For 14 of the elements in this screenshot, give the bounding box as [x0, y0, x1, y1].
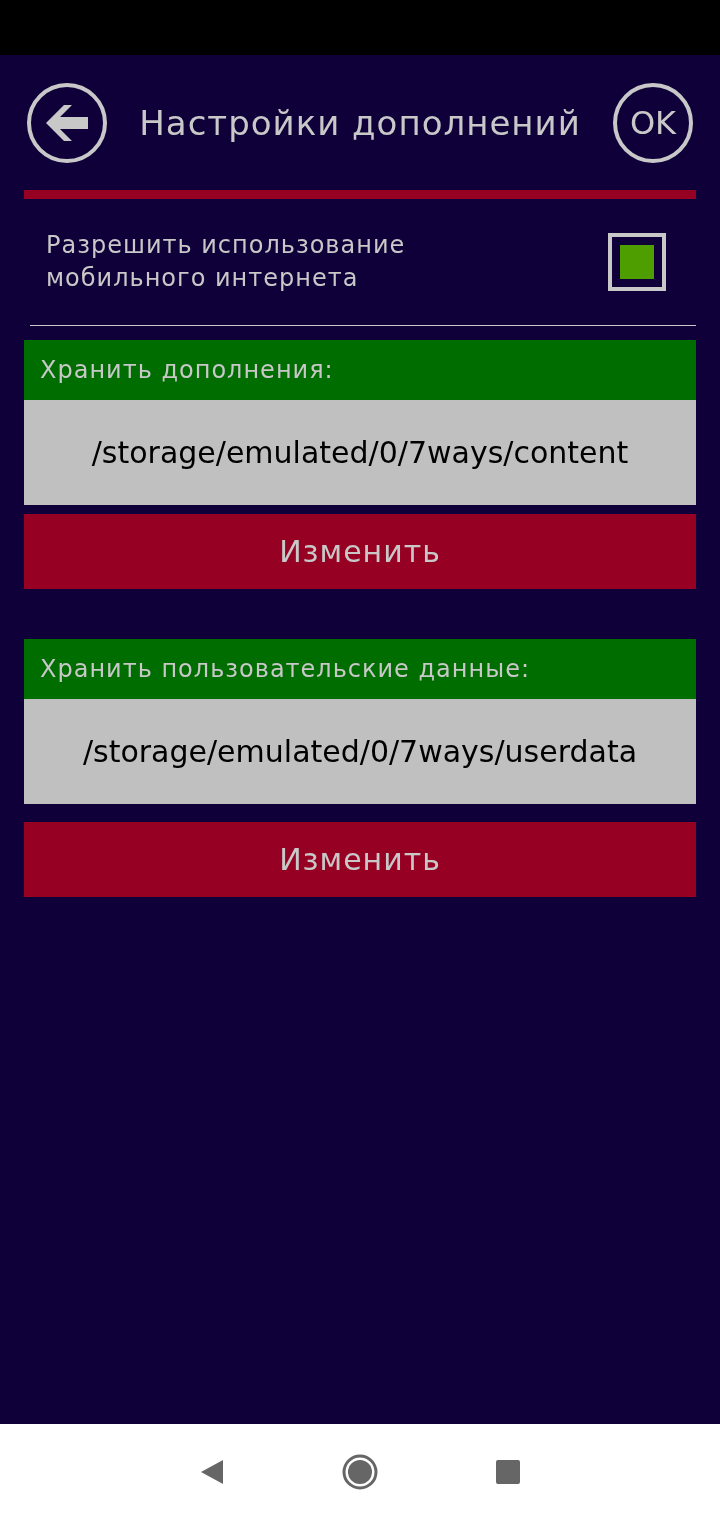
mobile-internet-label: Разрешить использование мобильного интернета [46, 230, 407, 294]
path-field: /storage/emulated/0/7ways/content [24, 400, 696, 505]
mobile-internet-checkbox[interactable] [608, 233, 666, 291]
section-header: Хранить пользовательские данные: [24, 639, 696, 699]
back-button[interactable] [27, 82, 107, 163]
change-button[interactable]: Изменить [24, 822, 696, 897]
ok-button[interactable]: OK [613, 82, 693, 163]
section-header: Хранить дополнения: [24, 340, 696, 400]
path-field: /storage/emulated/0/7ways/userdata [24, 699, 696, 804]
screen-title: Настройки дополнений [139, 102, 581, 143]
change-button[interactable]: Изменить [24, 514, 696, 589]
back-icon[interactable] [200, 1458, 224, 1486]
home-icon[interactable] [342, 1454, 378, 1490]
back-arrow-icon [44, 102, 90, 143]
